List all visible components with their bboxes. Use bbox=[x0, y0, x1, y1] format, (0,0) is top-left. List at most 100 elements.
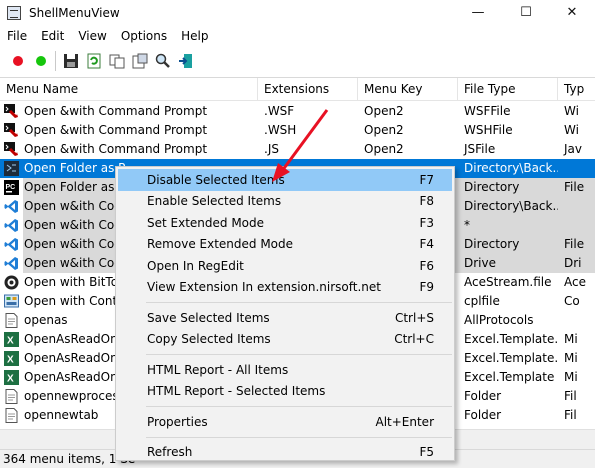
cell-type bbox=[558, 159, 595, 178]
enable-button[interactable] bbox=[29, 50, 52, 72]
context-menu-shortcut: F5 bbox=[419, 445, 434, 460]
minimize-button[interactable]: — bbox=[455, 0, 501, 25]
row-name-label: Open Folder as P bbox=[23, 178, 128, 197]
toolbar-separator bbox=[55, 50, 56, 71]
copy-button[interactable] bbox=[105, 50, 128, 72]
exit-button[interactable] bbox=[174, 50, 197, 72]
context-menu-shortcut: Ctrl+S bbox=[394, 310, 434, 325]
menu-file[interactable]: File bbox=[0, 27, 34, 46]
cell-file-type: Excel.Template... bbox=[464, 351, 558, 365]
column-header-extensions[interactable]: Extensions bbox=[258, 78, 358, 101]
context-menu-item-set-extended-mode[interactable]: Set Extended Mode F3 bbox=[116, 212, 454, 234]
context-menu-item-save-selected-items[interactable]: Save Selected Items Ctrl+S bbox=[116, 307, 454, 329]
maximize-button[interactable]: ☐ bbox=[503, 0, 549, 25]
menu-view[interactable]: View bbox=[71, 27, 113, 46]
svg-text:X: X bbox=[7, 374, 14, 385]
refresh-button[interactable] bbox=[82, 50, 105, 72]
save-button[interactable] bbox=[59, 50, 82, 72]
menu-edit[interactable]: Edit bbox=[34, 27, 71, 46]
close-button[interactable]: ✕ bbox=[549, 0, 595, 25]
context-menu-label: View Extension In extension.nirsoft.net bbox=[147, 280, 381, 295]
context-menu-item-copy-selected-items[interactable]: Copy Selected Items Ctrl+C bbox=[116, 329, 454, 351]
context-menu-shortcut: F7 bbox=[419, 172, 434, 187]
cell-type: Jav bbox=[564, 142, 582, 156]
cell-type bbox=[558, 197, 595, 216]
cell-file-type: Folder bbox=[464, 389, 502, 403]
context-menu-shortcut: F6 bbox=[419, 258, 434, 273]
document-icon bbox=[4, 408, 19, 423]
properties-button[interactable] bbox=[128, 50, 151, 72]
menu-help[interactable]: Help bbox=[174, 27, 215, 46]
context-menu-item-refresh[interactable]: Refresh F5 bbox=[116, 442, 454, 464]
cell-menu-name: Open &with Command Prompt bbox=[0, 102, 258, 121]
cell-file-type: cplfile bbox=[464, 294, 500, 308]
context-menu-item-enable-selected-items[interactable]: Enable Selected Items F8 bbox=[116, 191, 454, 213]
green-dot-icon bbox=[35, 55, 46, 66]
title-bar: ShellMenuView — ☐ ✕ bbox=[0, 0, 595, 25]
app-icon bbox=[7, 5, 21, 20]
column-header-file-type[interactable]: File Type bbox=[458, 78, 558, 101]
context-menu-label: HTML Report - Selected Items bbox=[147, 384, 326, 399]
context-menu: Disable Selected Items F7 Enable Selected … bbox=[115, 166, 455, 461]
context-menu-item-remove-extended-mode[interactable]: Remove Extended Mode F4 bbox=[116, 234, 454, 256]
context-menu-item-open-in-regedit[interactable]: Open In RegEdit F6 bbox=[116, 255, 454, 277]
row-name-label: openas bbox=[24, 313, 68, 327]
context-menu-item-view-extension-in-extension-nirsoft-net[interactable]: View Extension In extension.nirsoft.net F… bbox=[116, 277, 454, 299]
context-menu-separator bbox=[146, 302, 452, 303]
menu-bar: File Edit View Options Help bbox=[0, 27, 216, 46]
cell-type: Fil bbox=[564, 389, 577, 403]
bittorrent-icon bbox=[4, 275, 19, 290]
row-name-label: Open w&ith Cod bbox=[23, 254, 124, 273]
row-name-label: Open &with Command Prompt bbox=[24, 123, 208, 137]
vscode-icon bbox=[4, 256, 19, 271]
cell-file-type: Excel.Template bbox=[464, 370, 555, 384]
row-name-label: Open w&ith Cod bbox=[23, 197, 124, 216]
row-name-label: Open w&ith Cod bbox=[23, 235, 124, 254]
cell-file-type: WSFFile bbox=[464, 104, 511, 118]
column-header-menu-name[interactable]: Menu Name bbox=[0, 78, 258, 101]
context-menu-shortcut: Alt+Enter bbox=[375, 414, 434, 429]
cell-file-type: Folder bbox=[464, 408, 502, 422]
cell-file-type: Drive bbox=[458, 254, 558, 273]
excel-icon: X bbox=[4, 332, 19, 347]
cell-menu-name: Open &with Command Prompt bbox=[0, 121, 258, 140]
vs-icon bbox=[4, 161, 19, 176]
column-header-menu-key[interactable]: Menu Key bbox=[358, 78, 458, 101]
copy-icon bbox=[109, 54, 124, 68]
row-name-label: opennewtab bbox=[24, 408, 99, 422]
cell-menu-name: Open &with Command Prompt bbox=[0, 140, 258, 159]
cell-type: Mi bbox=[564, 370, 578, 384]
cell-file-type: Directory bbox=[458, 235, 558, 254]
vscode-icon bbox=[4, 218, 19, 233]
control-panel-icon bbox=[4, 294, 19, 309]
menu-options[interactable]: Options bbox=[114, 27, 174, 46]
row-name-label: Open with Contr bbox=[24, 294, 123, 308]
find-button[interactable] bbox=[151, 50, 174, 72]
cell-type: File bbox=[558, 235, 595, 254]
excel-icon: X bbox=[4, 351, 19, 366]
vscode-icon bbox=[4, 199, 19, 214]
disable-button[interactable] bbox=[6, 50, 29, 72]
context-menu-item-html-report-selected-items[interactable]: HTML Report - Selected Items bbox=[116, 381, 454, 403]
refresh-icon bbox=[87, 53, 100, 68]
row-name-label: Open with BitTor bbox=[24, 275, 123, 289]
context-menu-label: Refresh bbox=[147, 445, 193, 460]
toolbar bbox=[0, 47, 595, 74]
context-menu-item-properties[interactable]: Properties Alt+Enter bbox=[116, 411, 454, 433]
cmd-prompt-icon bbox=[4, 104, 19, 119]
cell-type: Wi bbox=[564, 123, 579, 137]
column-header-type[interactable]: Typ bbox=[558, 78, 595, 101]
context-menu-separator bbox=[146, 436, 452, 438]
cell-type: File bbox=[558, 178, 595, 197]
context-menu-label: Properties bbox=[147, 414, 208, 429]
cell-menu-key: Open2 bbox=[364, 142, 404, 156]
document-icon bbox=[4, 313, 19, 328]
vscode-icon bbox=[4, 237, 19, 252]
context-menu-label: HTML Report - All Items bbox=[147, 362, 289, 377]
context-menu-item-html-report-all-items[interactable]: HTML Report - All Items bbox=[116, 359, 454, 381]
cell-file-type: Directory bbox=[458, 178, 558, 197]
cell-menu-key: Open2 bbox=[364, 104, 404, 118]
context-menu-label: Enable Selected Items bbox=[147, 194, 282, 209]
svg-text:X: X bbox=[7, 355, 14, 366]
cell-menu-key: Open2 bbox=[364, 123, 404, 137]
